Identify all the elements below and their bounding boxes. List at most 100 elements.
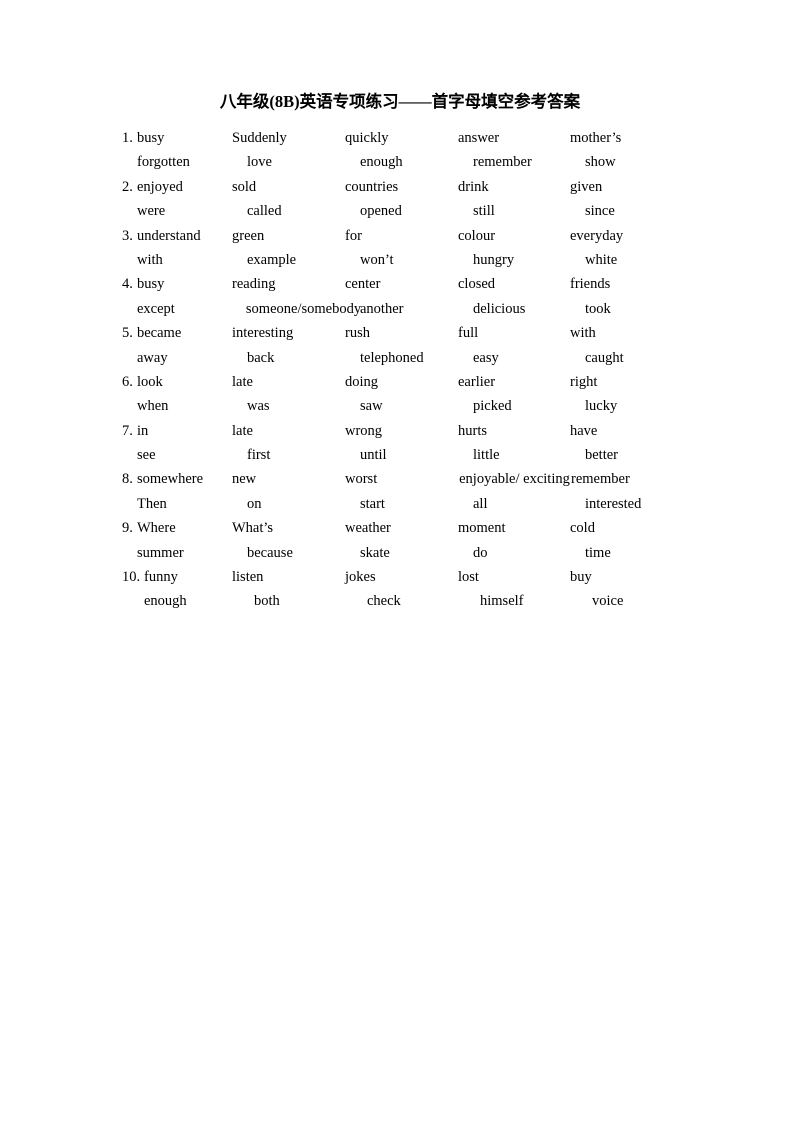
answer-cell-1: 6. look: [122, 370, 232, 394]
answer-cell-1: 7. in: [122, 419, 232, 443]
answer-cell-1: 2. enjoyed: [122, 175, 232, 199]
answer-cell-5: interested: [585, 495, 642, 512]
answer-key-list: 1. busy Suddenly quickly answer mother’s forgo…: [122, 126, 682, 614]
answer-row: 10. funny listen jokes lost buy: [122, 565, 682, 589]
answer-cell-3: saw: [360, 398, 383, 415]
answer-word: busy: [137, 276, 165, 293]
answer-cell-4: answer: [458, 130, 500, 146]
answer-word: Then: [137, 495, 167, 512]
answer-word: forgotten: [137, 154, 190, 171]
answer-row: see first until little better: [122, 443, 682, 467]
answer-cell-3: jokes: [345, 569, 376, 586]
answer-row: enough both check himself voice: [122, 589, 682, 613]
answer-cell-2: reading: [232, 276, 276, 293]
answer-cell-4: little: [473, 447, 500, 464]
answer-cell-5: white: [585, 251, 618, 268]
answer-word: with: [137, 251, 163, 268]
answer-row: summer because skate do time: [122, 541, 682, 565]
answer-cell-3: opened: [360, 203, 402, 220]
answer-row: were called opened still since: [122, 199, 682, 223]
answer-cell-4: hungry: [473, 251, 515, 268]
answer-cell-4: closed: [458, 276, 496, 293]
answer-cell-3: doing: [345, 373, 379, 390]
answer-cell-3: weather: [345, 520, 391, 537]
answer-row: with example won’t hungry white: [122, 248, 682, 272]
answer-cell-3: telephoned: [360, 349, 424, 366]
answer-cell-5: since: [585, 203, 615, 220]
answer-cell-5: time: [585, 544, 611, 561]
answer-cell-4: colour: [458, 227, 496, 244]
answer-cell-1: away: [122, 346, 247, 370]
answer-word: enough: [144, 593, 187, 610]
answer-cell-5: everyday: [570, 227, 624, 244]
answer-cell-5: mother’s: [570, 130, 622, 146]
answer-cell-3: another: [360, 300, 404, 317]
answer-word: except: [137, 300, 175, 317]
answer-word: when: [137, 398, 169, 415]
answer-cell-4: delicious: [473, 300, 526, 317]
answer-cell-2: late: [232, 422, 253, 439]
answer-cell-1: were: [122, 199, 247, 223]
answer-row: 1. busy Suddenly quickly answer mother’s: [122, 126, 682, 150]
item-number: 6.: [122, 373, 133, 390]
answer-cell-2: on: [247, 495, 262, 512]
answer-cell-3: skate: [360, 544, 390, 561]
answer-cell-1: Then: [122, 492, 247, 516]
answer-cell-1: 1. busy: [122, 126, 232, 150]
answer-word: look: [137, 373, 163, 390]
answer-word: understand: [137, 227, 201, 244]
answer-cell-2: example: [247, 251, 297, 268]
answer-row: except someone/somebody another delicious to…: [122, 297, 682, 321]
answer-cell-5: show: [585, 154, 616, 171]
answer-row: 7. in late wrong hurts have: [122, 419, 682, 443]
answer-row: away back telephoned easy caught: [122, 346, 682, 370]
answer-cell-1: 9. Where: [122, 516, 232, 540]
answer-cell-4: hurts: [458, 422, 487, 439]
answer-cell-1: 3. understand: [122, 224, 232, 248]
answer-cell-4: still: [473, 203, 495, 220]
answer-word: enjoyed: [137, 178, 183, 195]
answer-cell-2: interesting: [232, 325, 294, 342]
answer-row: when was saw picked lucky: [122, 394, 682, 418]
answer-cell-5: right: [570, 373, 598, 390]
answer-cell-5: better: [585, 447, 619, 464]
answer-cell-5: lucky: [585, 398, 618, 415]
answer-cell-3: rush: [345, 325, 370, 342]
answer-cell-3: check: [367, 593, 401, 610]
answer-word: became: [137, 325, 182, 342]
answer-cell-2: both: [254, 593, 280, 610]
answer-cell-1: forgotten: [122, 150, 247, 174]
answer-cell-4: do: [473, 544, 488, 561]
answer-cell-5: caught: [585, 349, 624, 366]
answer-cell-3: start: [360, 495, 385, 512]
answer-cell-4: himself: [480, 593, 524, 610]
answer-row: 6. look late doing earlier right: [122, 370, 682, 394]
answer-cell-2: listen: [232, 569, 264, 586]
answer-cell-4: drink: [458, 178, 489, 195]
answer-cell-1: except: [122, 297, 247, 321]
answer-row: 4. busy reading center closed friends: [122, 272, 682, 296]
document-page: 八年级(8B)英语专项练习——首字母填空参考答案 1. busy Suddenly q…: [0, 0, 800, 1132]
page-title: 八年级(8B)英语专项练习——首字母填空参考答案: [219, 92, 581, 111]
answer-cell-5: friends: [570, 276, 611, 293]
answer-cell-3: quickly: [345, 130, 389, 146]
item-number: 9.: [122, 520, 133, 537]
answer-cell-1: 5. became: [122, 321, 232, 345]
answer-cell-2: What’s: [232, 520, 274, 537]
answer-cell-2: sold: [232, 178, 257, 195]
answer-word: Where: [137, 520, 176, 537]
answer-cell-3: center: [345, 276, 381, 293]
answer-cell-1: summer: [122, 541, 247, 565]
answer-word: summer: [137, 544, 184, 561]
answer-cell-5: voice: [592, 593, 624, 610]
answer-cell-3: enough: [360, 154, 403, 171]
item-number: 1.: [122, 130, 133, 146]
answer-cell-2: called: [247, 203, 282, 220]
answer-cell-5: took: [585, 300, 611, 317]
answer-row: 8. somewhere new worst enjoyable/ exciting re…: [122, 467, 682, 491]
answer-cell-4: earlier: [458, 373, 496, 390]
answer-cell-2: new: [232, 471, 257, 488]
item-number: 8.: [122, 471, 133, 488]
answer-row: 9. Where What’s weather moment cold: [122, 516, 682, 540]
answer-word: in: [137, 422, 149, 439]
